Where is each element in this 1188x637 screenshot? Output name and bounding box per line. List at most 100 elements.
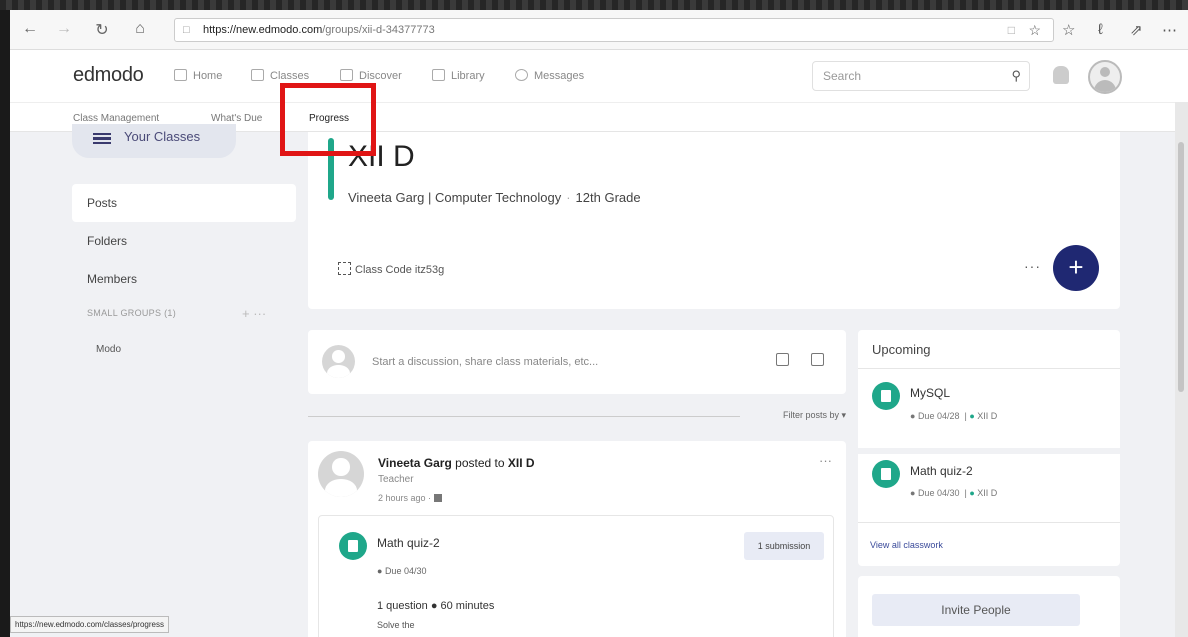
assignment-description: Solve the — [377, 620, 415, 630]
upcoming-panel: Upcoming MySQL ● Due 04/28 | ● XII D Mat… — [858, 330, 1120, 566]
class-code-icon — [338, 262, 351, 275]
assignment-due: ● Due 04/30 — [377, 566, 426, 576]
nav-classes[interactable]: Classes — [251, 69, 309, 82]
upcoming-assignment-icon — [872, 382, 900, 410]
favorite-star-icon[interactable]: ☆ — [1028, 19, 1041, 41]
nav-discover-label: Discover — [359, 70, 402, 82]
progress-highlight-box — [280, 83, 376, 156]
scrollbar-thumb[interactable] — [1178, 142, 1184, 392]
app-header: edmodo Home Classes Discover Library Mes… — [10, 50, 1188, 102]
browser-window: ← → ↻ ⌂ □ https://new.edmodo.com/groups/… — [10, 10, 1188, 637]
reading-view-icon[interactable]: □ — [1008, 19, 1015, 41]
home-nav-icon — [174, 69, 187, 81]
attach-media-icon[interactable] — [811, 353, 824, 366]
page-scrollbar[interactable] — [1175, 102, 1188, 637]
class-more-options[interactable]: ··· — [1024, 258, 1041, 274]
more-icon[interactable]: ⋯ — [1162, 21, 1177, 39]
your-classes-label: Your Classes — [124, 129, 201, 144]
upcoming-divider — [858, 368, 1120, 369]
status-bar-url: https://new.edmodo.com/classes/progress — [10, 616, 169, 633]
submission-badge[interactable]: 1 submission — [744, 532, 824, 560]
search-icon[interactable]: ⚲ — [1011, 62, 1021, 90]
small-groups-controls[interactable]: + ··· — [242, 306, 266, 321]
share-icon[interactable]: ⇗ — [1130, 21, 1143, 39]
due-dot-icon: ● — [910, 488, 918, 498]
upcoming-separator — [858, 448, 1120, 454]
sidebar-group-modo[interactable]: Modo — [96, 344, 121, 355]
sidebar-item-folders[interactable]: Folders — [72, 222, 296, 260]
post-timestamp: 2 hours ago · — [378, 493, 442, 503]
sidebar-item-posts[interactable]: Posts — [72, 184, 296, 222]
small-groups-heading: SMALL GROUPS (1) — [87, 308, 176, 318]
tab-class-management[interactable]: Class Management — [73, 113, 159, 124]
post-author-line: Vineeta Garg posted to XII D — [378, 456, 535, 470]
upcoming-item-name[interactable]: Math quiz-2 — [910, 464, 973, 478]
post-time-text: 2 hours ago · — [378, 493, 432, 503]
upcoming-item-class: XII D — [977, 411, 998, 421]
add-button[interactable]: + — [1053, 245, 1099, 291]
post-author-avatar[interactable] — [318, 451, 364, 497]
class-dot-icon: ● — [969, 488, 975, 498]
assignment-icon — [339, 532, 367, 560]
upcoming-item-due-text: Due 04/28 — [917, 411, 960, 421]
class-teacher: Vineeta Garg | Computer Technology — [348, 190, 562, 205]
class-header-card: XII D Vineeta Garg | Computer Technology… — [308, 132, 1120, 309]
url-path: /groups/xii-d-34377773 — [322, 24, 435, 36]
address-bar[interactable]: □ https://new.edmodo.com/groups/xii-d-34… — [174, 18, 1054, 42]
nav-messages[interactable]: Messages — [515, 69, 584, 82]
search-input[interactable]: Search ⚲ — [812, 61, 1030, 91]
view-all-classwork-link[interactable]: View all classwork — [870, 540, 943, 550]
nav-classes-label: Classes — [270, 70, 310, 82]
tab-whats-due[interactable]: What's Due — [211, 113, 262, 124]
due-dot-icon: ● — [377, 566, 385, 576]
screen-border — [0, 0, 1188, 10]
library-nav-icon — [432, 69, 445, 81]
post-more-options[interactable]: ··· — [819, 453, 832, 468]
class-subtitle: Vineeta Garg | Computer Technology · 12th … — [348, 190, 641, 205]
forward-icon[interactable]: → — [54, 20, 74, 38]
discover-nav-icon — [340, 69, 353, 81]
page-info-icon[interactable]: □ — [183, 19, 190, 41]
refresh-icon[interactable]: ↻ — [92, 20, 112, 40]
pen-icon[interactable]: ℓ — [1098, 21, 1103, 38]
post-author-role: Teacher — [378, 474, 414, 485]
nav-messages-label: Messages — [534, 70, 585, 82]
filter-divider — [308, 416, 740, 417]
post-action: posted to — [451, 456, 508, 470]
home-icon[interactable]: ⌂ — [130, 20, 150, 38]
upcoming-header: Upcoming — [872, 342, 931, 357]
post-target[interactable]: XII D — [508, 456, 535, 470]
nav-home[interactable]: Home — [174, 69, 222, 82]
upcoming-item-due-text: Due 04/30 — [917, 488, 960, 498]
nav-library-label: Library — [451, 70, 485, 82]
class-grade: 12th Grade — [575, 190, 641, 205]
class-code[interactable]: Class Code itz53g — [338, 262, 444, 276]
notifications-bell-icon[interactable] — [1053, 66, 1069, 84]
messages-nav-icon — [515, 69, 528, 81]
favorites-icon[interactable]: ☆ — [1062, 21, 1075, 39]
back-icon[interactable]: ← — [20, 20, 40, 38]
edmodo-logo[interactable]: edmodo — [73, 64, 144, 87]
upcoming-item-due: ● Due 04/30 | ● XII D — [910, 488, 998, 498]
assignment-meta: 1 question ● 60 minutes — [377, 600, 495, 612]
invite-people-button[interactable]: Invite People — [872, 594, 1080, 626]
composer-avatar — [322, 345, 355, 378]
your-classes-button[interactable]: Your Classes — [72, 124, 236, 158]
class-code-label: Class Code itz53g — [355, 264, 445, 276]
user-avatar[interactable] — [1088, 60, 1122, 94]
search-placeholder: Search — [823, 69, 862, 83]
post-author-name[interactable]: Vineeta Garg — [378, 456, 452, 470]
nav-library[interactable]: Library — [432, 69, 485, 82]
upcoming-item-name[interactable]: MySQL — [910, 386, 950, 400]
nav-discover[interactable]: Discover — [340, 69, 402, 82]
composer-placeholder[interactable]: Start a discussion, share class material… — [372, 356, 598, 368]
post-card: Vineeta Garg posted to XII D Teacher 2 h… — [308, 441, 846, 637]
assignment-title[interactable]: Math quiz-2 — [377, 536, 440, 550]
filter-posts-dropdown[interactable]: Filter posts by ▾ — [783, 410, 846, 421]
attach-file-icon[interactable] — [776, 353, 789, 366]
nav-home-label: Home — [193, 70, 223, 82]
class-dot-icon: ● — [969, 411, 975, 421]
post-composer[interactable]: Start a discussion, share class material… — [308, 330, 846, 394]
assignment-card[interactable]: Math quiz-2 1 submission ● Due 04/30 1 q… — [318, 515, 834, 637]
sidebar-item-members[interactable]: Members — [72, 260, 296, 298]
